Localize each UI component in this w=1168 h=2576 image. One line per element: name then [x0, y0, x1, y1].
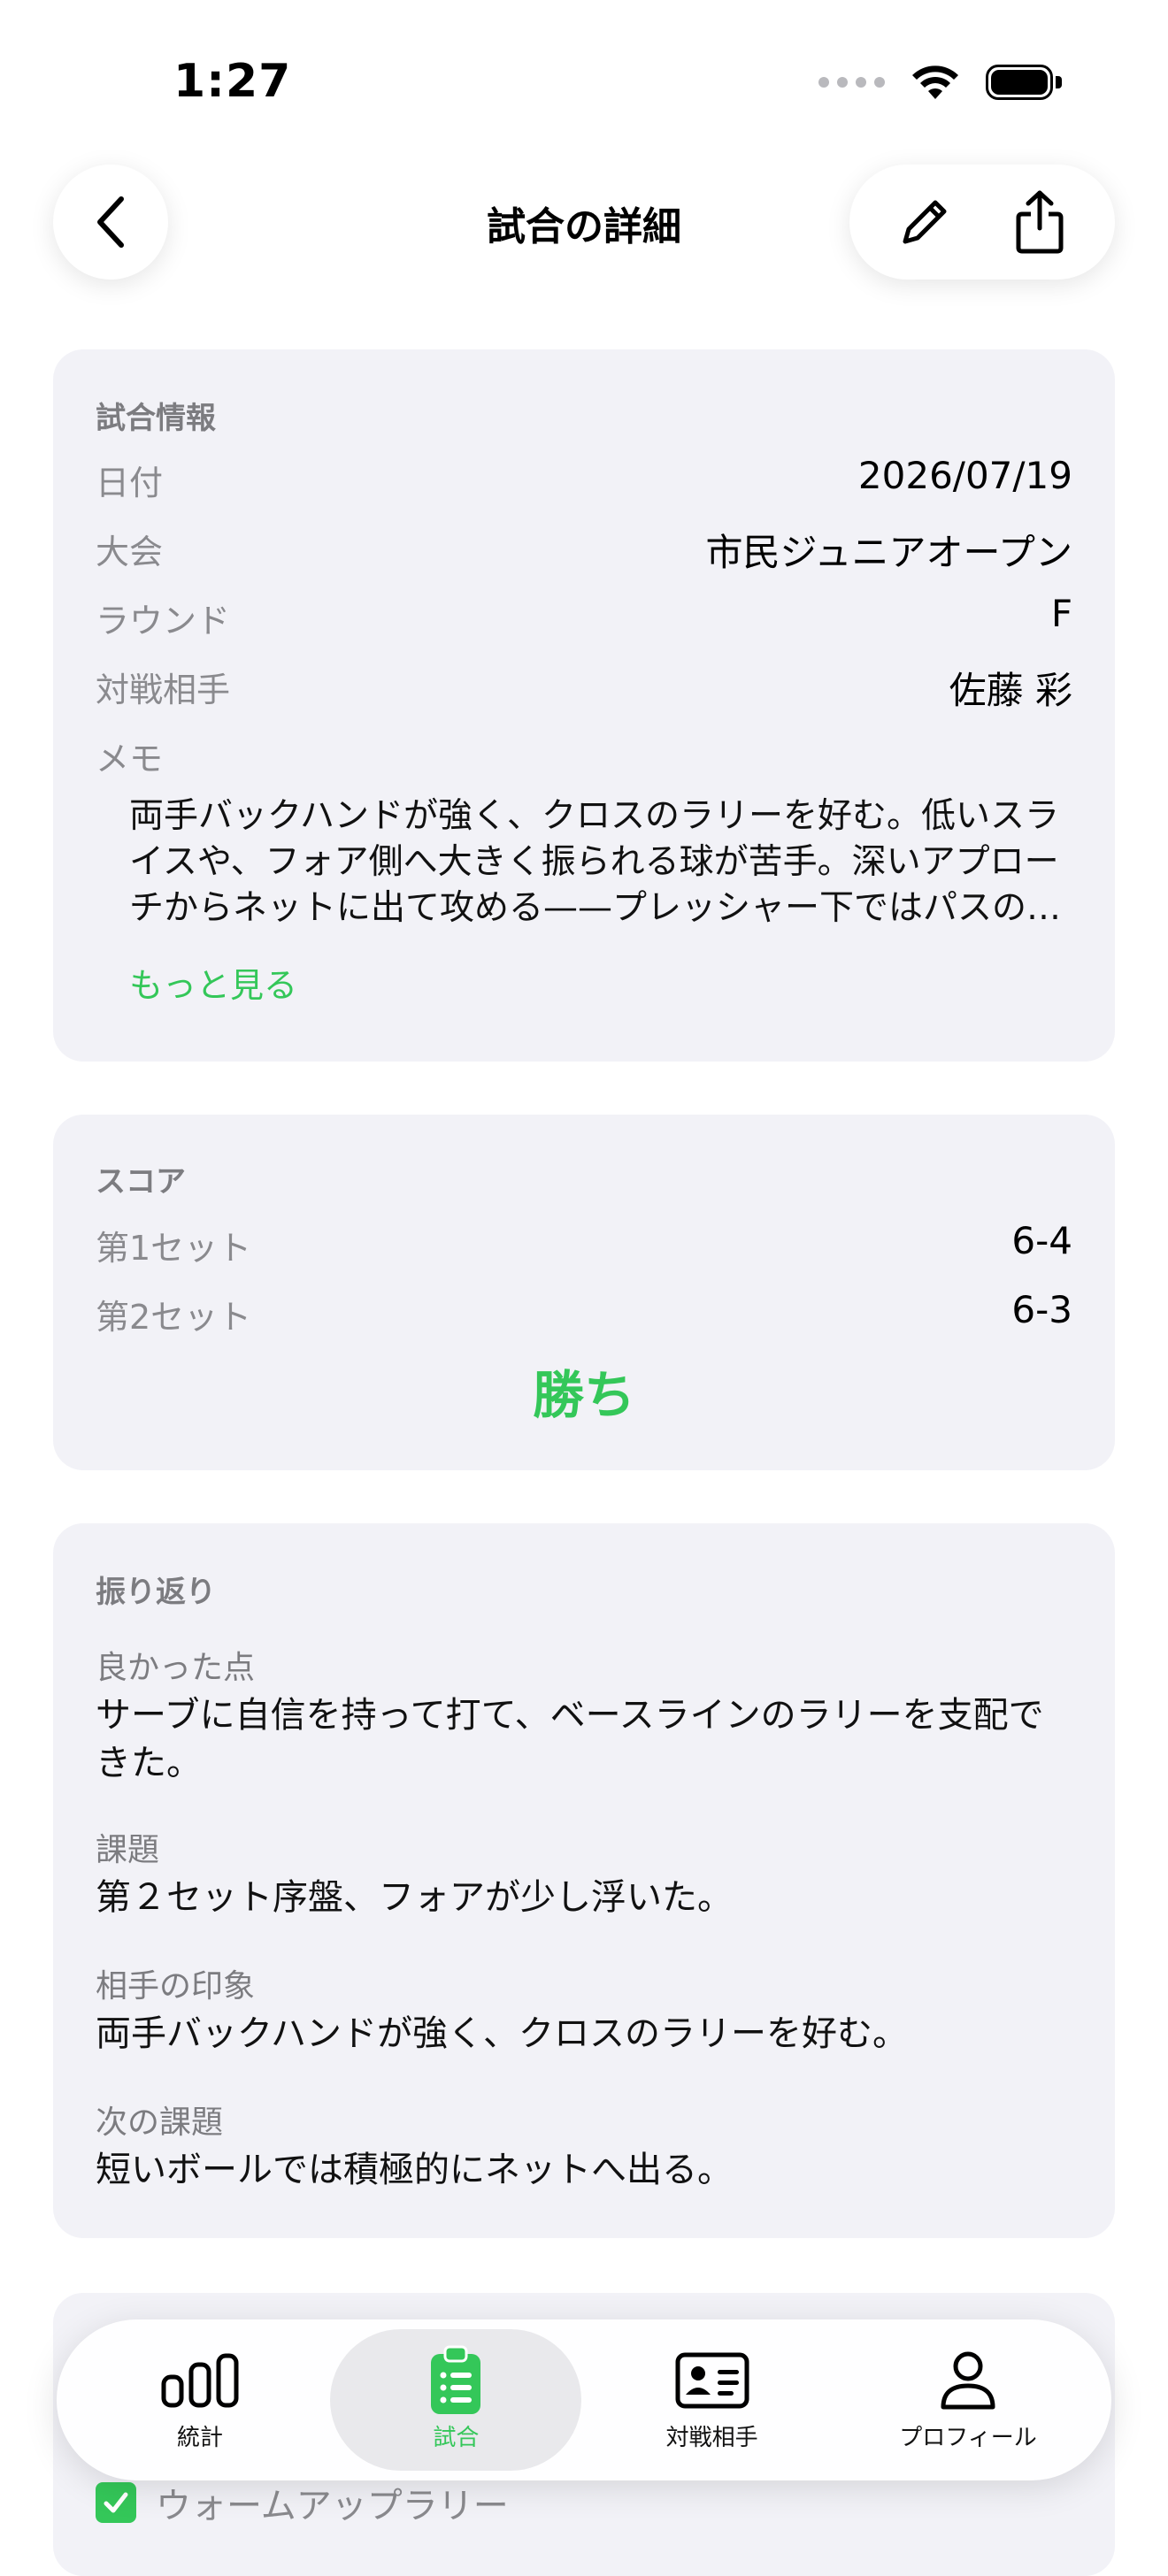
issues-text: 第２セット序盤、フォアが少し浮いた。 [96, 1877, 733, 1918]
reflection-card: 振り返り 良かった点 サーブに自信を持って打て、ベースラインのラリーを支配できた… [53, 1523, 1115, 2238]
memo-label: メモ [96, 740, 164, 778]
set2-label: 第2セット [96, 1298, 252, 1337]
opponent-impression-label: 相手の印象 [96, 1968, 256, 2005]
opponent-value: 佐藤 彩 [949, 669, 1072, 712]
score-header: スコア [96, 1164, 186, 1200]
edit-button[interactable] [876, 173, 973, 271]
tab-stats-label: 統計 [176, 2424, 223, 2451]
tab-matches[interactable]: 試合 [330, 2329, 582, 2471]
cellular-signal-icon [818, 77, 885, 88]
set1-label: 第1セット [96, 1229, 252, 1268]
set2-value: 6-3 [1011, 1288, 1072, 1331]
id-card-icon [672, 2349, 753, 2412]
match-result: 勝ち [532, 1365, 635, 1425]
good-points-text: サーブに自信を持って打て、ベースラインのラリーを支配できた。 [96, 1695, 1044, 1783]
pencil-icon [903, 200, 947, 244]
round-label: ラウンド [96, 602, 231, 640]
bar-chart-icon [159, 2349, 241, 2412]
battery-icon [986, 65, 1062, 100]
next-goal-label: 次の課題 [96, 2104, 224, 2141]
share-button[interactable] [991, 173, 1088, 271]
round-value: F [1050, 592, 1072, 635]
tab-matches-label: 試合 [433, 2424, 480, 2451]
tab-stats[interactable]: 統計 [74, 2329, 326, 2471]
status-icons [818, 64, 1062, 101]
nav-actions [849, 165, 1115, 280]
tab-opponents[interactable]: 対戦相手 [587, 2329, 838, 2471]
date-value: 2026/07/19 [857, 454, 1072, 497]
wifi-icon [912, 65, 958, 99]
score-card: スコア 第1セット 6-4 第2セット 6-3 勝ち [53, 1115, 1115, 1470]
clipboard-list-icon [415, 2345, 496, 2414]
opponent-label: 対戦相手 [96, 671, 231, 709]
checklist-item-label: ウォームアップラリー [156, 2486, 509, 2526]
status-bar: 1:27 [0, 0, 1168, 150]
tournament-label: 大会 [96, 533, 164, 571]
navigation-bar: 試合の詳細 [0, 159, 1168, 283]
reflection-header: 振り返り [96, 1575, 216, 1610]
match-info-card: 試合情報 日付 2026/07/19 大会 市民ジュニアオープン ラウンド F … [53, 349, 1115, 1062]
show-more-link[interactable]: もっと見る [129, 958, 297, 1007]
tab-profile[interactable]: プロフィール [842, 2329, 1094, 2471]
date-label: 日付 [96, 464, 164, 502]
issues-label: 課題 [96, 1832, 160, 1868]
checklist-item[interactable]: ウォームアップラリー [96, 2477, 509, 2528]
status-time: 1:27 [173, 55, 292, 108]
tournament-value: 市民ジュニアオープン [705, 531, 1072, 574]
person-icon [927, 2349, 1009, 2412]
share-icon [1016, 190, 1064, 254]
tab-bar: 統計 試合 対戦相手 プロフィール [57, 2319, 1111, 2480]
tab-profile-label: プロフィール [899, 2424, 1037, 2451]
memo-text: 両手バックハンドが強く、クロスのラリーを好む。低いスライスや、フォア側へ大きく振… [129, 796, 1062, 928]
good-points-label: 良かった点 [96, 1650, 256, 1686]
set1-value: 6-4 [1011, 1219, 1072, 1262]
tab-opponents-label: 対戦相手 [665, 2424, 758, 2451]
opponent-impression-text: 両手バックハンドが強く、クロスのラリーを好む。 [96, 2013, 908, 2054]
match-info-header: 試合情報 [96, 401, 216, 436]
next-goal-text: 短いボールでは積極的にネットへ出る。 [96, 2150, 733, 2190]
checkbox-checked-icon [96, 2482, 136, 2523]
